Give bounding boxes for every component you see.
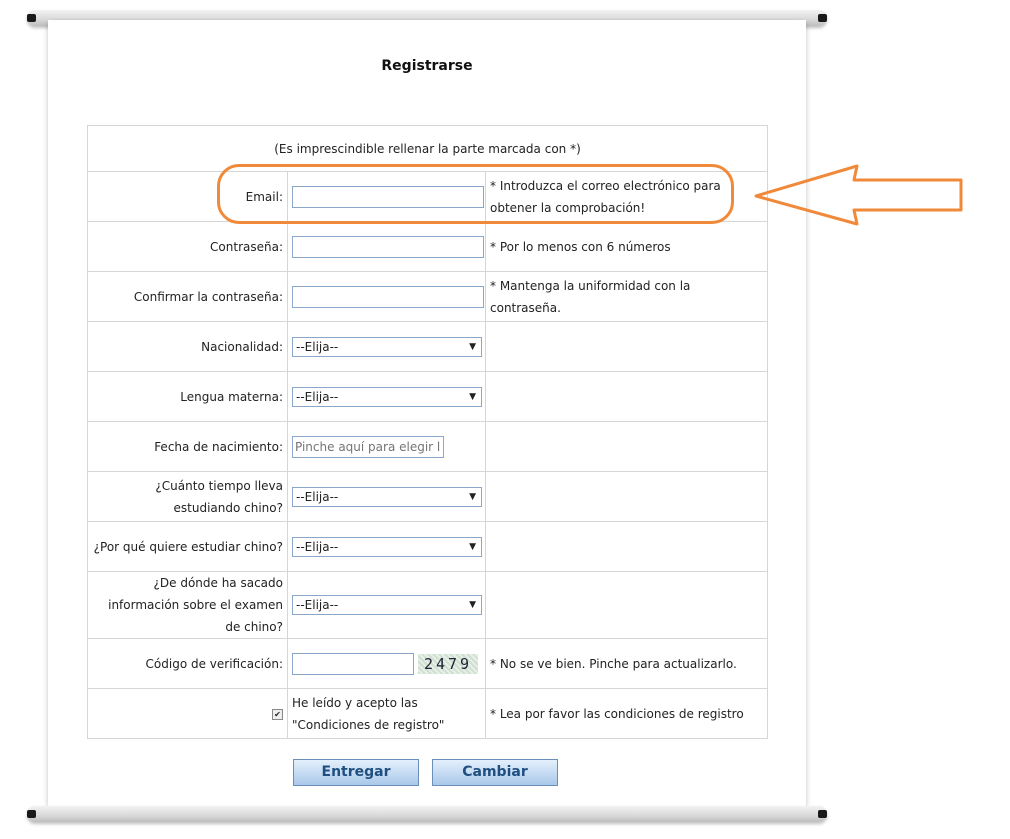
study-reason-hint-cell: [484, 521, 769, 572]
chevron-down-icon: ▼: [469, 600, 476, 610]
terms-checkbox[interactable]: ✔: [272, 708, 283, 720]
password-input[interactable]: [292, 235, 484, 258]
mother-tongue-label: Lengua materna:: [87, 371, 288, 422]
study-reason-selected: --Elija--: [296, 539, 339, 554]
reset-button[interactable]: Cambiar: [432, 759, 558, 786]
study-time-hint-cell: [484, 471, 769, 522]
required-note-row: (Es imprescindible rellenar la parte mar…: [86, 125, 769, 172]
terms-hint: * Lea por favor las condiciones de regis…: [484, 688, 769, 739]
confirm-password-row: Confirmar la contraseña: * Mantenga la u…: [87, 271, 769, 322]
chevron-down-icon: ▼: [469, 541, 476, 552]
verification-hint[interactable]: * No se ve bien. Pinche para actualizarl…: [484, 638, 769, 689]
confirm-password-label: Confirmar la contraseña:: [87, 271, 288, 322]
submit-button[interactable]: Entregar: [293, 759, 419, 786]
mother-tongue-select[interactable]: --Elija-- ▼: [292, 386, 482, 407]
info-source-label: ¿De dónde ha sacado información sobre el…: [87, 571, 288, 639]
mother-tongue-row: Lengua materna: --Elija-- ▼: [87, 371, 769, 422]
info-source-row: ¿De dónde ha sacado información sobre el…: [87, 571, 769, 639]
arrow-shape: [754, 164, 963, 226]
verification-label: Código de verificación:: [87, 638, 288, 689]
required-note: (Es imprescindible rellenar la parte mar…: [86, 125, 769, 172]
nationality-selected: --Elija--: [296, 339, 339, 354]
password-row: Contraseña: * Por lo menos con 6 números: [87, 221, 769, 272]
nationality-label: Nacionalidad:: [87, 321, 288, 372]
mother-tongue-hint-cell: [484, 371, 769, 422]
info-source-hint-cell: [484, 571, 769, 639]
terms-checkbox-cell: ✔: [87, 688, 288, 739]
verification-code-input[interactable]: [292, 652, 414, 675]
rod-cap-left: [27, 810, 36, 818]
email-label: Email:: [87, 171, 288, 222]
study-time-selected: --Elija--: [296, 489, 339, 504]
nationality-hint-cell: [484, 321, 769, 372]
birth-date-input[interactable]: [292, 435, 444, 458]
study-time-select[interactable]: --Elija-- ▼: [292, 486, 482, 507]
email-input[interactable]: [292, 185, 484, 208]
info-source-selected: --Elija--: [296, 598, 339, 612]
confirm-password-hint: * Mantenga la uniformidad con la contras…: [484, 271, 769, 322]
annotation-arrow-icon: [754, 164, 963, 226]
study-reason-select[interactable]: --Elija-- ▼: [292, 536, 482, 557]
study-time-label: ¿Cuánto tiempo lleva estudiando chino?: [87, 471, 288, 522]
chevron-down-icon: ▼: [469, 391, 476, 402]
chevron-down-icon: ▼: [469, 491, 476, 502]
mother-tongue-selected: --Elija--: [296, 389, 339, 404]
registration-form: (Es imprescindible rellenar la parte mar…: [86, 125, 769, 739]
birth-date-label: Fecha de nacimiento:: [87, 421, 288, 472]
rod-cap-right: [818, 14, 827, 22]
password-label: Contraseña:: [87, 221, 288, 272]
email-row: Email: * Introduzca el correo electrónic…: [87, 171, 769, 222]
terms-row: ✔ He leído y acepto las "Condiciones de …: [87, 688, 769, 739]
study-reason-row: ¿Por qué quiere estudiar chino? --Elija-…: [87, 521, 769, 572]
study-time-row: ¿Cuánto tiempo lleva estudiando chino? -…: [87, 471, 769, 522]
scroll-rod-bottom: [27, 806, 827, 822]
confirm-password-input[interactable]: [292, 285, 484, 308]
rod-cap-right: [818, 810, 827, 818]
study-reason-label: ¿Por qué quiere estudiar chino?: [87, 521, 288, 572]
captcha-image[interactable]: 2479: [418, 653, 478, 674]
nationality-row: Nacionalidad: --Elija-- ▼: [87, 321, 769, 372]
birth-date-hint-cell: [484, 421, 769, 472]
birth-date-row: Fecha de nacimiento:: [87, 421, 769, 472]
page-title: Registrarse: [381, 58, 473, 74]
chevron-down-icon: ▼: [469, 341, 476, 352]
password-hint: * Por lo menos con 6 números: [484, 221, 769, 272]
verification-row: Código de verificación: 2479 * No se ve …: [87, 638, 769, 689]
terms-text[interactable]: He leído y acepto las "Condiciones de re…: [287, 688, 486, 739]
info-source-select[interactable]: --Elija-- ▼: [292, 595, 482, 615]
rod-cap-left: [27, 14, 36, 22]
nationality-select[interactable]: --Elija-- ▼: [292, 336, 482, 357]
email-hint: * Introduzca el correo electrónico para …: [484, 171, 769, 222]
